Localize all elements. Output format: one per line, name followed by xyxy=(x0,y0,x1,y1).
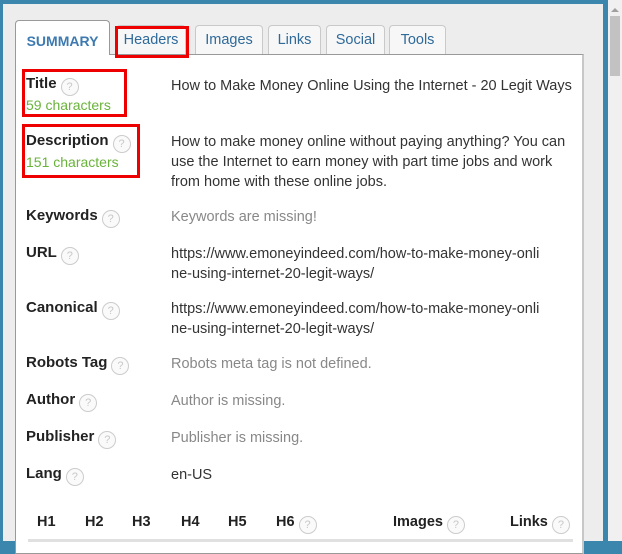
help-icon[interactable]: ? xyxy=(112,135,131,153)
help-icon[interactable]: ? xyxy=(101,210,120,228)
help-icon[interactable]: ? xyxy=(551,516,570,534)
publisher-value: Publisher is missing. xyxy=(171,430,304,446)
title-value: How to Make Money Online Using the Inter… xyxy=(171,78,572,94)
help-icon[interactable]: ? xyxy=(298,516,317,534)
stats-header-links: Links xyxy=(510,514,548,530)
publisher-label: Publisher xyxy=(26,428,95,445)
help-icon[interactable]: ? xyxy=(65,468,84,486)
lang-value: en-US xyxy=(171,467,213,483)
canonical-value[interactable]: https://www.emoneyindeed.com/how-to-make… xyxy=(171,299,546,339)
scroll-up-arrow-icon[interactable] xyxy=(611,8,619,12)
keywords-value: Keywords are missing! xyxy=(171,209,317,225)
description-label: Description xyxy=(26,132,109,149)
scrollbar[interactable] xyxy=(608,0,622,541)
tab-social[interactable]: Social xyxy=(326,25,385,54)
keywords-label: Keywords xyxy=(26,207,98,224)
url-label: URL xyxy=(26,244,57,261)
stats-header-h1: H1 xyxy=(37,514,56,530)
tab-summary[interactable]: SUMMARY xyxy=(15,20,110,55)
tab-headers[interactable]: Headers xyxy=(116,25,186,54)
robots-label: Robots Tag xyxy=(26,354,108,371)
stats-header-h6: H6 xyxy=(276,514,295,530)
description-value: How to make money online without paying … xyxy=(171,134,566,190)
description-char-count: 151 characters xyxy=(26,154,119,170)
help-icon[interactable]: ? xyxy=(98,431,117,449)
canonical-label: Canonical xyxy=(26,299,98,316)
help-icon[interactable]: ? xyxy=(60,78,79,96)
title-char-count: 59 characters xyxy=(26,97,111,113)
robots-value: Robots meta tag is not defined. xyxy=(171,356,372,372)
stats-header-h3: H3 xyxy=(132,514,151,530)
scroll-thumb[interactable] xyxy=(610,16,620,76)
tab-tools[interactable]: Tools xyxy=(389,25,446,54)
author-value: Author is missing. xyxy=(171,393,286,409)
tab-images[interactable]: Images xyxy=(195,25,263,54)
help-icon[interactable]: ? xyxy=(60,247,79,265)
stats-header-h5: H5 xyxy=(228,514,247,530)
summary-panel: Title? 59 characters How to Make Money O… xyxy=(15,54,584,554)
stats-header-h2: H2 xyxy=(85,514,104,530)
title-label: Title xyxy=(26,75,57,92)
help-icon[interactable]: ? xyxy=(446,516,465,534)
stats-header-images: Images xyxy=(393,514,443,530)
help-icon[interactable]: ? xyxy=(79,394,98,412)
stats-header-h4: H4 xyxy=(181,514,200,530)
author-label: Author xyxy=(26,391,76,408)
lang-label: Lang xyxy=(26,465,62,482)
help-icon[interactable]: ? xyxy=(101,302,120,320)
tab-links[interactable]: Links xyxy=(268,25,321,54)
help-icon[interactable]: ? xyxy=(111,357,130,375)
url-value[interactable]: https://www.emoneyindeed.com/how-to-make… xyxy=(171,244,546,284)
